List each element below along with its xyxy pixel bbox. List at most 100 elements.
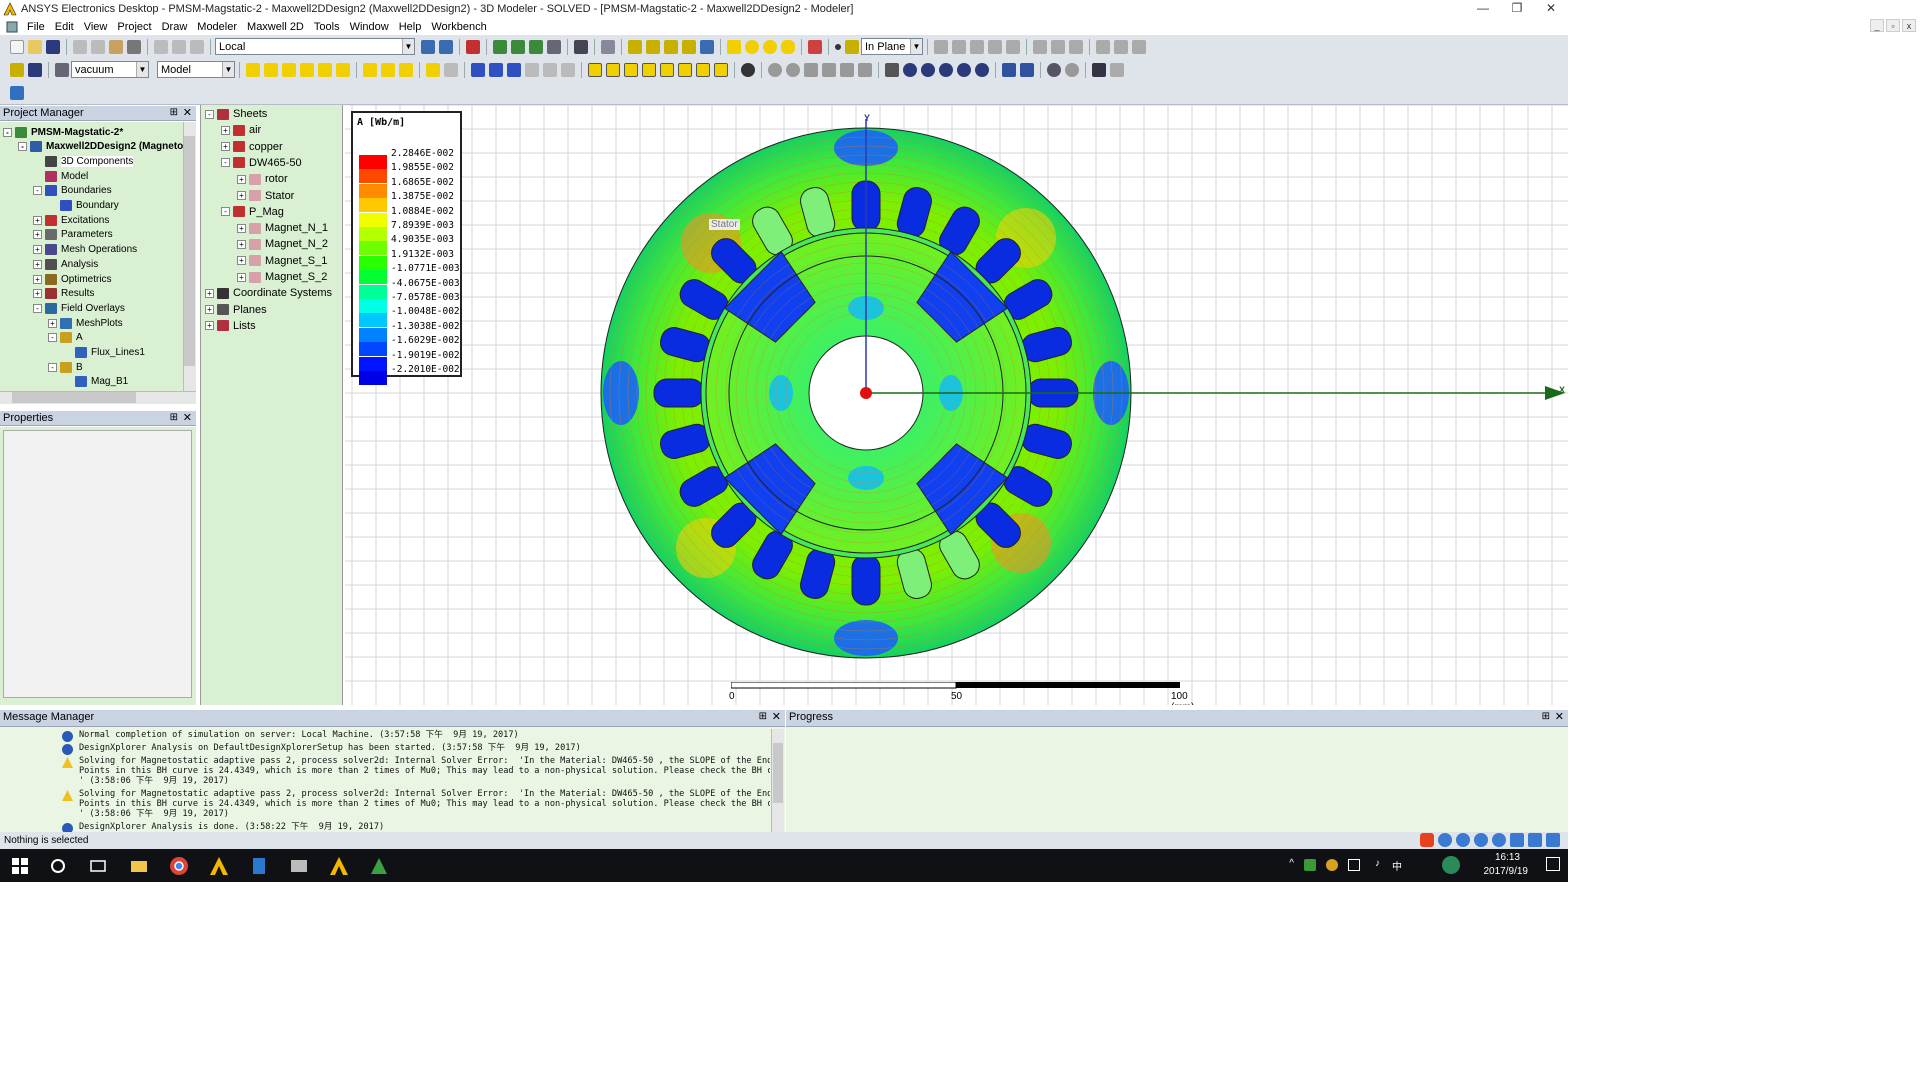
box-view-4-icon[interactable]	[642, 62, 656, 77]
menu-project[interactable]: Project	[112, 21, 156, 33]
pin-icon[interactable]: ⊞	[170, 106, 178, 120]
tree-item[interactable]: + Planes	[205, 302, 267, 318]
field-plot-canvas[interactable]	[345, 105, 1568, 705]
workbench-icon[interactable]	[368, 855, 390, 877]
unite-icon[interactable]	[934, 39, 948, 54]
app-tray-icon[interactable]	[1326, 859, 1338, 871]
windows-start-icon[interactable]	[9, 855, 31, 877]
coordinate-icon[interactable]	[421, 39, 435, 54]
draw-line-icon[interactable]	[628, 39, 642, 54]
tree-item[interactable]: + Lists	[205, 318, 256, 334]
tree-item[interactable]: Boundary	[48, 199, 119, 213]
visibility-3-icon[interactable]	[840, 62, 854, 77]
rotate-icon[interactable]	[1051, 39, 1065, 54]
coordinate-x-icon[interactable]	[471, 62, 485, 77]
minimize-button[interactable]: —	[1466, 0, 1500, 18]
select-object-icon[interactable]	[426, 62, 440, 77]
intersect-icon[interactable]	[970, 39, 984, 54]
clock-date[interactable]: 2017/9/19	[1484, 866, 1529, 877]
draw-arc-icon[interactable]	[664, 39, 678, 54]
point-icon[interactable]	[835, 43, 841, 50]
tree-item[interactable]: + MeshPlots	[48, 316, 123, 330]
grid-icon[interactable]	[363, 62, 377, 77]
mdi-restore-button[interactable]: ▫	[1886, 19, 1900, 32]
ime-settings-icon[interactable]	[1546, 833, 1560, 847]
tree-item[interactable]: - DW465-50	[221, 155, 302, 171]
ime-indicator[interactable]: 中	[1392, 858, 1402, 873]
menu-modeler[interactable]: Modeler	[192, 21, 242, 33]
plane-select[interactable]: In Plane ▼	[861, 38, 923, 55]
undo-icon[interactable]	[172, 39, 186, 54]
ime-mode-icon[interactable]	[1438, 833, 1452, 847]
pin-icon[interactable]: ⊞	[1542, 710, 1550, 724]
box-view-1-icon[interactable]	[588, 62, 602, 77]
expand-icon[interactable]: +	[33, 230, 42, 240]
snap-quadrant-icon[interactable]	[318, 62, 332, 77]
app-menu-icon[interactable]	[6, 21, 18, 33]
chrome-icon[interactable]	[168, 855, 190, 877]
expand-icon[interactable]: +	[237, 223, 246, 233]
collapse-icon[interactable]: -	[221, 207, 230, 217]
menu-help[interactable]: Help	[394, 21, 427, 33]
visibility-2-icon[interactable]	[822, 62, 836, 77]
fillet-icon[interactable]	[525, 62, 539, 77]
box-view-3-icon[interactable]	[624, 62, 638, 77]
material-select[interactable]: vacuum ▼	[71, 61, 149, 78]
paste-icon[interactable]	[109, 39, 123, 54]
draw-equation-icon[interactable]	[700, 39, 714, 54]
modeler-viewport[interactable]: A [Wb/m] 2.2846E-002 1.9855E-002 1.6865E-0…	[345, 105, 1568, 705]
message-scrollbar[interactable]	[771, 729, 784, 832]
expand-icon[interactable]: +	[237, 174, 246, 184]
snap-arc-center-icon[interactable]	[336, 62, 350, 77]
pan-icon[interactable]	[885, 62, 899, 77]
offset-icon[interactable]	[561, 62, 575, 77]
split-icon[interactable]	[988, 39, 1002, 54]
tree-item[interactable]: - Maxwell2DDesign2 (Magneto	[18, 140, 183, 154]
move-icon[interactable]	[1069, 39, 1083, 54]
box-view-6-icon[interactable]	[678, 62, 692, 77]
tree-item[interactable]: - Boundaries	[33, 184, 112, 198]
ruler-icon[interactable]	[381, 62, 395, 77]
security-icon[interactable]	[1304, 859, 1316, 871]
tree-item[interactable]: + Magnet_N_2	[237, 236, 328, 252]
pin-icon[interactable]: ⊞	[170, 411, 178, 425]
orbit-icon[interactable]	[921, 62, 935, 77]
ime-voice-icon[interactable]	[1492, 833, 1506, 847]
tree-item[interactable]: Flux_Lines1	[63, 346, 145, 360]
tree-item[interactable]: + rotor	[237, 171, 288, 187]
tree-item[interactable]: - Field Overlays	[33, 301, 125, 315]
select-face-icon[interactable]	[399, 62, 413, 77]
ansys-taskbar-icon[interactable]	[208, 855, 230, 877]
collapse-icon[interactable]: -	[33, 186, 42, 196]
menu-workbench[interactable]: Workbench	[426, 21, 491, 33]
draw-rectangle-icon[interactable]	[727, 39, 741, 54]
zoom-icon[interactable]	[975, 62, 989, 77]
material-icon[interactable]	[55, 62, 69, 77]
zoom-out-icon[interactable]	[1065, 62, 1079, 77]
tree-item[interactable]: - Sheets	[205, 106, 267, 122]
select-edge-icon[interactable]	[444, 62, 458, 77]
tree-item[interactable]: - PMSM-Magstatic-2*	[3, 125, 123, 139]
close-icon[interactable]: ✕	[183, 106, 192, 120]
menu-maxwell-2d[interactable]: Maxwell 2D	[242, 21, 309, 33]
ime-punct-icon[interactable]	[1456, 833, 1470, 847]
delete-icon[interactable]	[154, 39, 168, 54]
tree-item[interactable]: Mag_B1	[63, 375, 128, 389]
rotate-view-icon[interactable]	[903, 62, 917, 77]
imprint-icon[interactable]	[1006, 39, 1020, 54]
expand-icon[interactable]: +	[221, 142, 230, 152]
tree-item[interactable]: + air	[221, 122, 261, 138]
tree-item[interactable]: 3D Components	[33, 154, 134, 168]
fit-selection-icon[interactable]	[1020, 62, 1034, 77]
chamfer-icon[interactable]	[543, 62, 557, 77]
tree-item[interactable]: + Analysis	[33, 257, 98, 271]
tree-item[interactable]: + Magnet_S_1	[237, 253, 327, 269]
snap-vertex-icon[interactable]	[264, 62, 278, 77]
visibility-4-icon[interactable]	[858, 62, 872, 77]
tree-item[interactable]: + Coordinate Systems	[205, 285, 332, 301]
validate-icon[interactable]	[466, 39, 480, 54]
box-view-8-icon[interactable]	[714, 62, 728, 77]
tree-item[interactable]: Model	[33, 169, 88, 183]
collapse-icon[interactable]: -	[205, 109, 214, 119]
tree-item[interactable]: + Parameters	[33, 228, 113, 242]
